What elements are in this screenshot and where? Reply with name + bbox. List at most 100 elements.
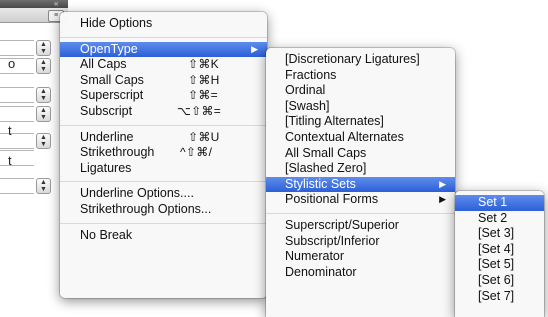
menu-item-discretionary-ligatures[interactable]: [Discretionary Ligatures]: [266, 52, 455, 68]
panel-field[interactable]: [0, 40, 34, 56]
menu-item-swash[interactable]: [Swash]: [266, 99, 455, 115]
stylistic-sets-submenu: Set 1 Set 2 [Set 3] [Set 4] [Set 5] [Set…: [455, 191, 544, 317]
menu-item-superscript[interactable]: Superscript ⇧⌘=: [60, 88, 267, 104]
stepper-arrows-icon[interactable]: ▲ ▼: [36, 58, 51, 74]
menu-item-set-5[interactable]: [Set 5]: [455, 257, 544, 273]
menu-item-label: All Small Caps: [285, 145, 367, 160]
menu-item-label: [Slashed Zero]: [285, 161, 367, 176]
menu-item-label: Set 1: [478, 195, 508, 209]
panel-field[interactable]: [0, 133, 34, 149]
menu-item-shortcut: ⇧⌘U: [188, 129, 220, 144]
menu-item-label: Denominator: [285, 264, 357, 279]
menu-item-label: Ordinal: [285, 83, 326, 98]
menu-item-label: Fractions: [285, 67, 337, 82]
menu-item-set-2[interactable]: Set 2: [455, 211, 544, 227]
menu-item-label: Underline Options....: [80, 186, 194, 201]
panel-text-fragment: t: [8, 153, 12, 168]
menu-item-positional-forms[interactable]: Positional Forms ▶: [266, 192, 455, 208]
menu-separator: [60, 36, 267, 38]
panel-field[interactable]: [0, 58, 34, 74]
menu-item-underline-options[interactable]: Underline Options....: [60, 186, 267, 202]
menu-item-label: Hide Options: [80, 16, 153, 30]
panel-field[interactable]: [0, 178, 34, 194]
menu-item-label: All Caps: [80, 57, 127, 72]
menu-item-subscript-inferior[interactable]: Subscript/Inferior: [266, 234, 455, 250]
menu-item-ordinal[interactable]: Ordinal: [266, 83, 455, 99]
opentype-submenu: [Discretionary Ligatures] Fractions Ordi…: [266, 48, 455, 317]
stepper-arrows-icon[interactable]: ▲ ▼: [36, 87, 51, 103]
menu-item-label: Superscript: [80, 88, 144, 103]
menu-item-denominator[interactable]: Denominator: [266, 265, 455, 281]
character-panel-menu: Hide Options OpenType ▶ All Caps ⇧⌘K Small…: [60, 12, 267, 298]
menu-separator: [60, 222, 267, 224]
menu-item-numerator[interactable]: Numerator: [266, 249, 455, 265]
menu-item-shortcut: ⇧⌘K: [188, 57, 219, 72]
menu-item-superscript-superior[interactable]: Superscript/Superior: [266, 218, 455, 234]
menu-item-label: Underline: [80, 129, 134, 144]
panel-field[interactable]: [0, 87, 34, 103]
menu-item-shortcut: ⇧⌘=: [188, 88, 218, 103]
menu-item-label: Numerator: [285, 249, 345, 264]
menu-item-titling-alternates[interactable]: [Titling Alternates]: [266, 114, 455, 130]
menu-item-label: Superscript/Superior: [285, 217, 399, 232]
double-chevron-icon[interactable]: «: [54, 0, 58, 8]
menu-item-label: [Set 3]: [478, 226, 515, 241]
menu-item-label: Strikethrough Options...: [80, 201, 212, 216]
panel-text-fragment: o: [8, 56, 16, 71]
menu-item-small-caps[interactable]: Small Caps ⇧⌘H: [60, 73, 267, 89]
menu-item-label: Contextual Alternates: [285, 129, 404, 144]
menu-item-label: [Set 4]: [478, 241, 515, 256]
menu-separator: [266, 212, 455, 214]
menu-item-label: Set 2: [478, 210, 508, 225]
menu-item-label: [Discretionary Ligatures]: [285, 52, 420, 66]
menu-item-label: No Break: [80, 227, 133, 242]
menu-item-subscript[interactable]: Subscript ⌥⇧⌘=: [60, 104, 267, 120]
stepper-arrows-icon[interactable]: ▲ ▼: [36, 178, 51, 194]
menu-item-underline[interactable]: Underline ⇧⌘U: [60, 130, 267, 146]
menu-item-label: Strikethrough: [80, 145, 155, 160]
menu-item-strikethrough[interactable]: Strikethrough ^⇧⌘/: [60, 145, 267, 161]
menu-separator: [60, 124, 267, 126]
submenu-arrow-icon: ▶: [439, 178, 446, 189]
menu-separator: [60, 181, 267, 183]
stepper-arrows-icon[interactable]: ▲ ▼: [36, 40, 51, 56]
menu-item-label: [Set 5]: [478, 257, 515, 272]
menu-item-label: Stylistic Sets: [285, 176, 356, 191]
menu-item-set-6[interactable]: [Set 6]: [455, 273, 544, 289]
menu-item-label: Small Caps: [80, 72, 144, 87]
menu-item-set-4[interactable]: [Set 4]: [455, 242, 544, 258]
menu-item-strikethrough-options[interactable]: Strikethrough Options...: [60, 202, 267, 218]
menu-item-label: [Swash]: [285, 98, 330, 113]
menu-item-label: Positional Forms: [285, 192, 379, 207]
menu-item-set-1[interactable]: Set 1: [455, 195, 544, 211]
menu-item-label: Subscript/Inferior: [285, 233, 380, 248]
menu-item-hide-options[interactable]: Hide Options: [60, 16, 267, 32]
menu-item-shortcut: ⌥⇧⌘=: [177, 103, 222, 118]
menu-item-label: Subscript: [80, 103, 133, 118]
menu-item-set-7[interactable]: [Set 7]: [455, 289, 544, 305]
menu-item-contextual-alternates[interactable]: Contextual Alternates: [266, 130, 455, 146]
submenu-arrow-icon: ▶: [251, 43, 258, 54]
menu-item-label: [Set 6]: [478, 272, 515, 287]
panel-field[interactable]: [0, 150, 34, 166]
menu-item-opentype[interactable]: OpenType ▶: [60, 41, 267, 58]
menu-item-label: OpenType: [80, 41, 138, 56]
menu-item-label: Ligatures: [80, 160, 132, 175]
menu-item-all-small-caps[interactable]: All Small Caps: [266, 146, 455, 162]
submenu-arrow-icon: ▶: [439, 194, 446, 205]
menu-item-fractions[interactable]: Fractions: [266, 68, 455, 84]
menu-item-ligatures[interactable]: Ligatures: [60, 161, 267, 177]
menu-item-label: [Set 7]: [478, 288, 515, 303]
menu-item-shortcut: ⇧⌘H: [188, 72, 220, 87]
stepper-arrows-icon[interactable]: ▲ ▼: [36, 106, 51, 122]
menu-item-stylistic-sets[interactable]: Stylistic Sets ▶: [266, 176, 455, 193]
menu-item-all-caps[interactable]: All Caps ⇧⌘K: [60, 57, 267, 73]
panel-text-fragment: t: [8, 123, 12, 138]
menu-item-label: [Titling Alternates]: [285, 114, 384, 129]
panel-field[interactable]: [0, 106, 34, 122]
stepper-arrows-icon[interactable]: ▲ ▼: [36, 133, 51, 149]
menu-item-shortcut: ^⇧⌘/: [180, 145, 213, 160]
menu-item-set-3[interactable]: [Set 3]: [455, 226, 544, 242]
menu-item-slashed-zero[interactable]: [Slashed Zero]: [266, 161, 455, 177]
menu-item-no-break[interactable]: No Break: [60, 228, 267, 244]
